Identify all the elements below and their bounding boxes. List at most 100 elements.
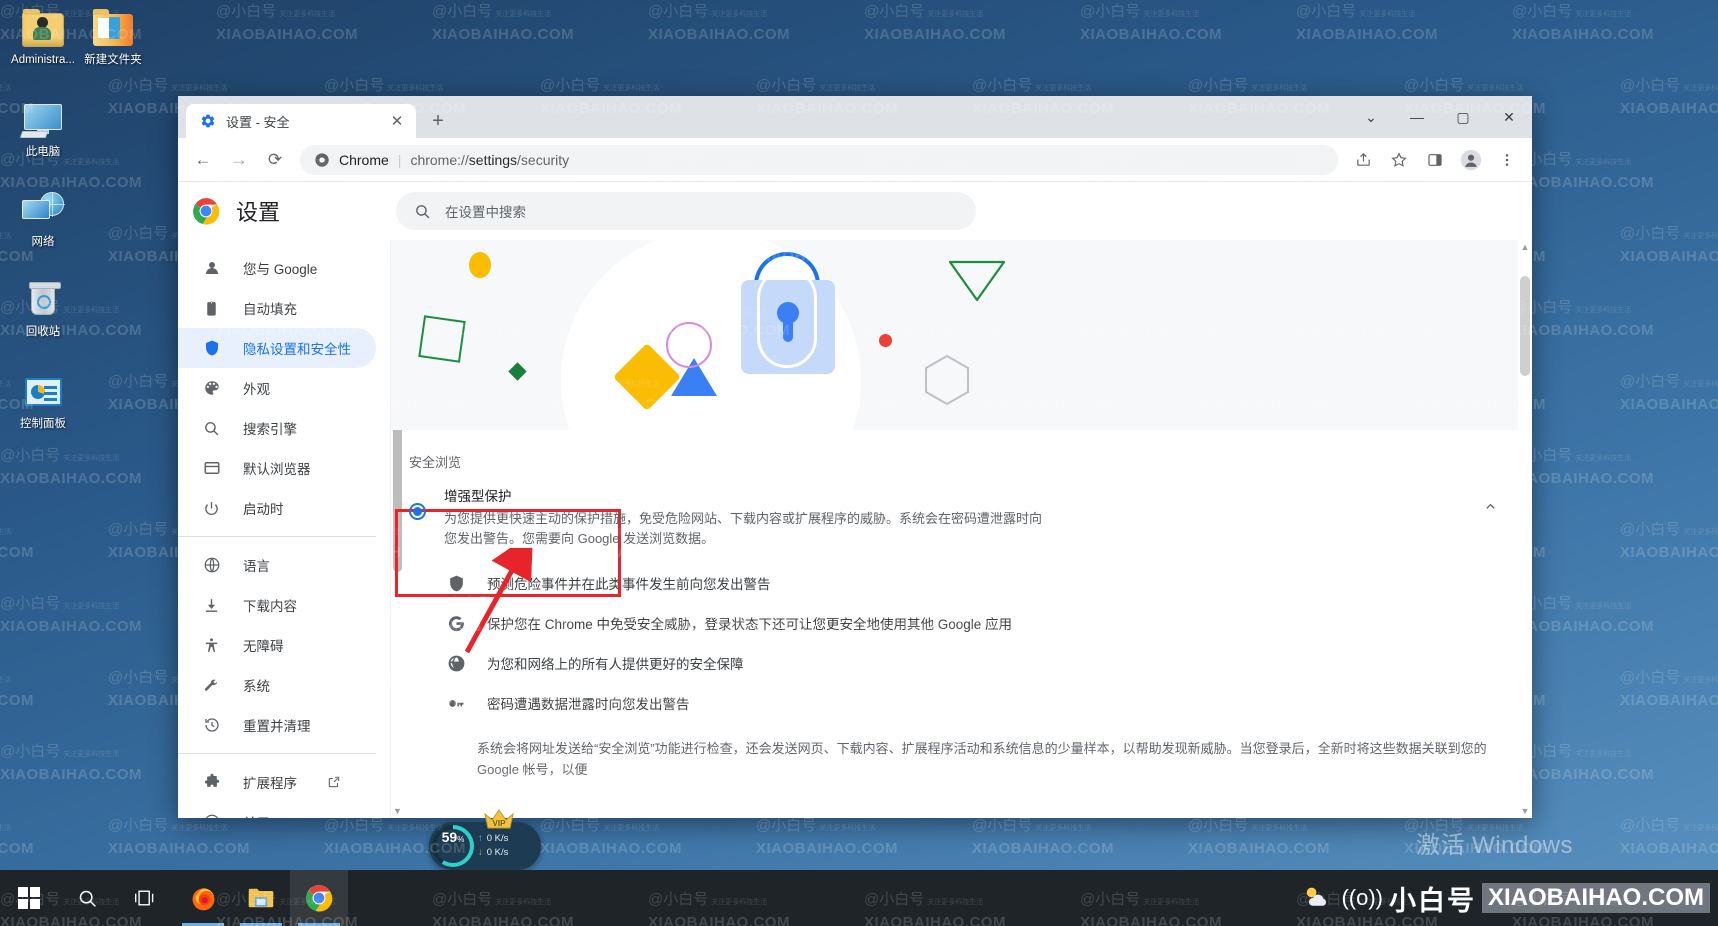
url-prefix: chrome:// bbox=[410, 151, 469, 168]
sidebar-item-autofill[interactable]: 自动填充 bbox=[178, 288, 376, 328]
back-button[interactable]: ← bbox=[186, 143, 220, 177]
main-scroll-thumb[interactable] bbox=[1520, 276, 1530, 376]
share-icon[interactable] bbox=[1346, 143, 1380, 177]
watermark-text: XIAOBAIHAO.COM bbox=[1512, 26, 1654, 43]
enhanced-protection-radio[interactable] bbox=[409, 503, 426, 520]
search-button[interactable] bbox=[58, 870, 116, 926]
task-view-button[interactable] bbox=[116, 870, 174, 926]
chrome-logo-icon bbox=[315, 152, 329, 167]
main-scrollbar[interactable]: ▲ ▼ bbox=[1518, 240, 1532, 818]
sidebar-item-label: 外观 bbox=[243, 382, 270, 397]
desktop-icon-administrator[interactable]: Administra... bbox=[6, 8, 80, 67]
green-diamond-shape bbox=[508, 362, 527, 381]
pink-circle-shape bbox=[666, 322, 712, 368]
watermark-text: XIAOBAIHAO.COM bbox=[864, 26, 1006, 43]
desktop-icon-new-folder[interactable]: 新建文件夹 bbox=[76, 8, 150, 67]
desktop-icon-recycle-bin[interactable]: 回收站 bbox=[6, 280, 80, 339]
watermark-text: XIAOBAIHAO.COM bbox=[0, 544, 34, 561]
watermark-text: XIAOBAIHAO.COM bbox=[432, 26, 574, 43]
address-bar[interactable]: Chrome | chrome://settings/security bbox=[300, 144, 1338, 175]
new-tab-button[interactable]: + bbox=[424, 107, 452, 135]
file-explorer-button[interactable] bbox=[232, 870, 290, 926]
sidebar-item-reset-cleanup[interactable]: 重置并清理 bbox=[178, 705, 376, 745]
accessibility-icon bbox=[202, 636, 221, 655]
forward-button[interactable]: → bbox=[222, 143, 256, 177]
red-dot-shape bbox=[879, 334, 892, 347]
chevron-up-icon[interactable] bbox=[1483, 499, 1498, 517]
maximize-button[interactable]: ▢ bbox=[1440, 96, 1486, 138]
desktop-icon-this-pc[interactable]: 此电脑 bbox=[6, 100, 80, 159]
sidebar-item-label: 无障碍 bbox=[243, 639, 284, 654]
sidebar-item-about-chrome[interactable]: 关于 Chrome bbox=[178, 802, 376, 818]
power-icon bbox=[202, 499, 221, 518]
tab-search-button[interactable]: ⌄ bbox=[1348, 96, 1394, 138]
chrome-button[interactable] bbox=[290, 870, 348, 926]
desktop-icon-network[interactable]: 网络 bbox=[6, 190, 80, 249]
settings-header: 设置 在设置中搜索 bbox=[178, 182, 1532, 240]
reload-button[interactable]: ⟳ bbox=[258, 143, 292, 177]
sidebar-item-system[interactable]: 系统 bbox=[178, 665, 376, 705]
watermark-text: XIAOBAIHAO.COM bbox=[1620, 840, 1718, 857]
sidebar-item-default-browser[interactable]: 默认浏览器 bbox=[178, 448, 376, 488]
windows-logo-icon bbox=[18, 887, 40, 909]
firefox-button[interactable] bbox=[174, 870, 232, 926]
omnibox-separator: | bbox=[397, 151, 402, 168]
sidebar-item-accessibility[interactable]: 无障碍 bbox=[178, 625, 376, 665]
minimize-button[interactable]: — bbox=[1394, 96, 1440, 138]
google-g-icon bbox=[445, 612, 467, 634]
tab-settings-security[interactable]: 设置 - 安全 ✕ bbox=[186, 104, 416, 138]
sidebar-item-label: 语言 bbox=[243, 559, 270, 574]
green-triangle-outline-shape bbox=[948, 260, 1006, 302]
enhanced-protection-option[interactable]: 增强型保护 为您提供更快速主动的保护措施，免受危险网站、下载内容或扩展程序的威胁… bbox=[391, 471, 1532, 563]
watermark-text: XIAOBAIHAO.COM bbox=[1620, 692, 1718, 709]
sidebar-item-label: 隐私设置和安全性 bbox=[243, 342, 351, 357]
person-icon bbox=[202, 259, 221, 278]
partly-cloudy-icon[interactable] bbox=[1301, 884, 1331, 913]
settings-main-panel: 安全浏览 增强型保护 为您提供更快速主动的保护措施，免受危险网站、下载内容或扩展… bbox=[390, 240, 1532, 818]
security-hero-illustration bbox=[391, 240, 1532, 430]
close-icon[interactable]: ✕ bbox=[388, 112, 406, 130]
side-panel-icon[interactable] bbox=[1418, 143, 1452, 177]
watermark-text: @小白号关注更多科技生活 bbox=[1296, 3, 1416, 20]
scroll-down-arrow[interactable]: ▼ bbox=[1518, 804, 1532, 818]
open-in-new-icon[interactable] bbox=[327, 775, 341, 789]
sidebar-item-label: 下载内容 bbox=[243, 599, 297, 614]
sidebar-item-on-startup[interactable]: 启动时 bbox=[178, 488, 376, 528]
watermark-text: @小白号关注更多科技生活 bbox=[972, 77, 1092, 94]
sidebar-item-you-and-google[interactable]: 您与 Google bbox=[178, 248, 376, 288]
watermark-text: XIAOBAIHAO.COM bbox=[540, 840, 682, 857]
taskbar: ((o)) 小白号 XIAOBAIHAO.COM bbox=[0, 870, 1718, 926]
download-arrow-icon: ↓ bbox=[478, 847, 483, 858]
sidebar-item-privacy-security[interactable]: 隐私设置和安全性 bbox=[178, 328, 376, 368]
profile-avatar-icon[interactable] bbox=[1454, 143, 1488, 177]
start-button[interactable] bbox=[0, 870, 58, 926]
sidebar-item-appearance[interactable]: 外观 bbox=[178, 368, 376, 408]
watermark-text: XIAOBAIHAO.COM bbox=[648, 26, 790, 43]
star-icon[interactable] bbox=[1382, 143, 1416, 177]
watermark-text: @小白号关注更多科技生活 bbox=[1620, 373, 1718, 390]
watermark-text: XIAOBAIHAO.COM bbox=[216, 26, 358, 43]
sidebar-item-extensions[interactable]: 扩展程序 bbox=[178, 762, 376, 802]
close-window-button[interactable]: ✕ bbox=[1486, 96, 1532, 138]
page-title: 设置 bbox=[236, 200, 281, 225]
sidebar-item-search-engine[interactable]: 搜索引擎 bbox=[178, 408, 376, 448]
sidebar-item-label: 搜索引擎 bbox=[243, 422, 297, 437]
desktop-icon-control-panel[interactable]: 控制面板 bbox=[6, 372, 80, 431]
watermark-text: XIAOBAIHAO.COM bbox=[1620, 100, 1718, 117]
tab-strip: 设置 - 安全 ✕ + ⌄ — ▢ ✕ bbox=[178, 96, 1532, 138]
settings-search-input[interactable]: 在设置中搜索 bbox=[396, 192, 977, 230]
watermark-text: XIAOBAIHAO.COM bbox=[0, 692, 34, 709]
open-folder-icon bbox=[91, 8, 135, 50]
enhanced-protection-title: 增强型保护 bbox=[444, 489, 512, 504]
three-dot-menu-icon[interactable] bbox=[1490, 143, 1524, 177]
brand-watermark: ((o)) 小白号 XIAOBAIHAO.COM bbox=[1341, 879, 1710, 918]
url-text: chrome://settings/security bbox=[410, 152, 569, 168]
sidebar-item-downloads[interactable]: 下载内容 bbox=[178, 585, 376, 625]
sidebar-item-languages[interactable]: 语言 bbox=[178, 545, 376, 585]
search-icon bbox=[202, 419, 221, 438]
green-square-shape bbox=[418, 315, 466, 363]
download-rate: 0 K/s bbox=[486, 847, 509, 858]
watermark-text: XIAOBAIHAO.COM bbox=[0, 248, 34, 265]
scroll-up-arrow[interactable]: ▲ bbox=[1518, 240, 1532, 254]
feature-text: 预测危险事件并在此类事件发生前向您发出警告 bbox=[487, 577, 771, 593]
